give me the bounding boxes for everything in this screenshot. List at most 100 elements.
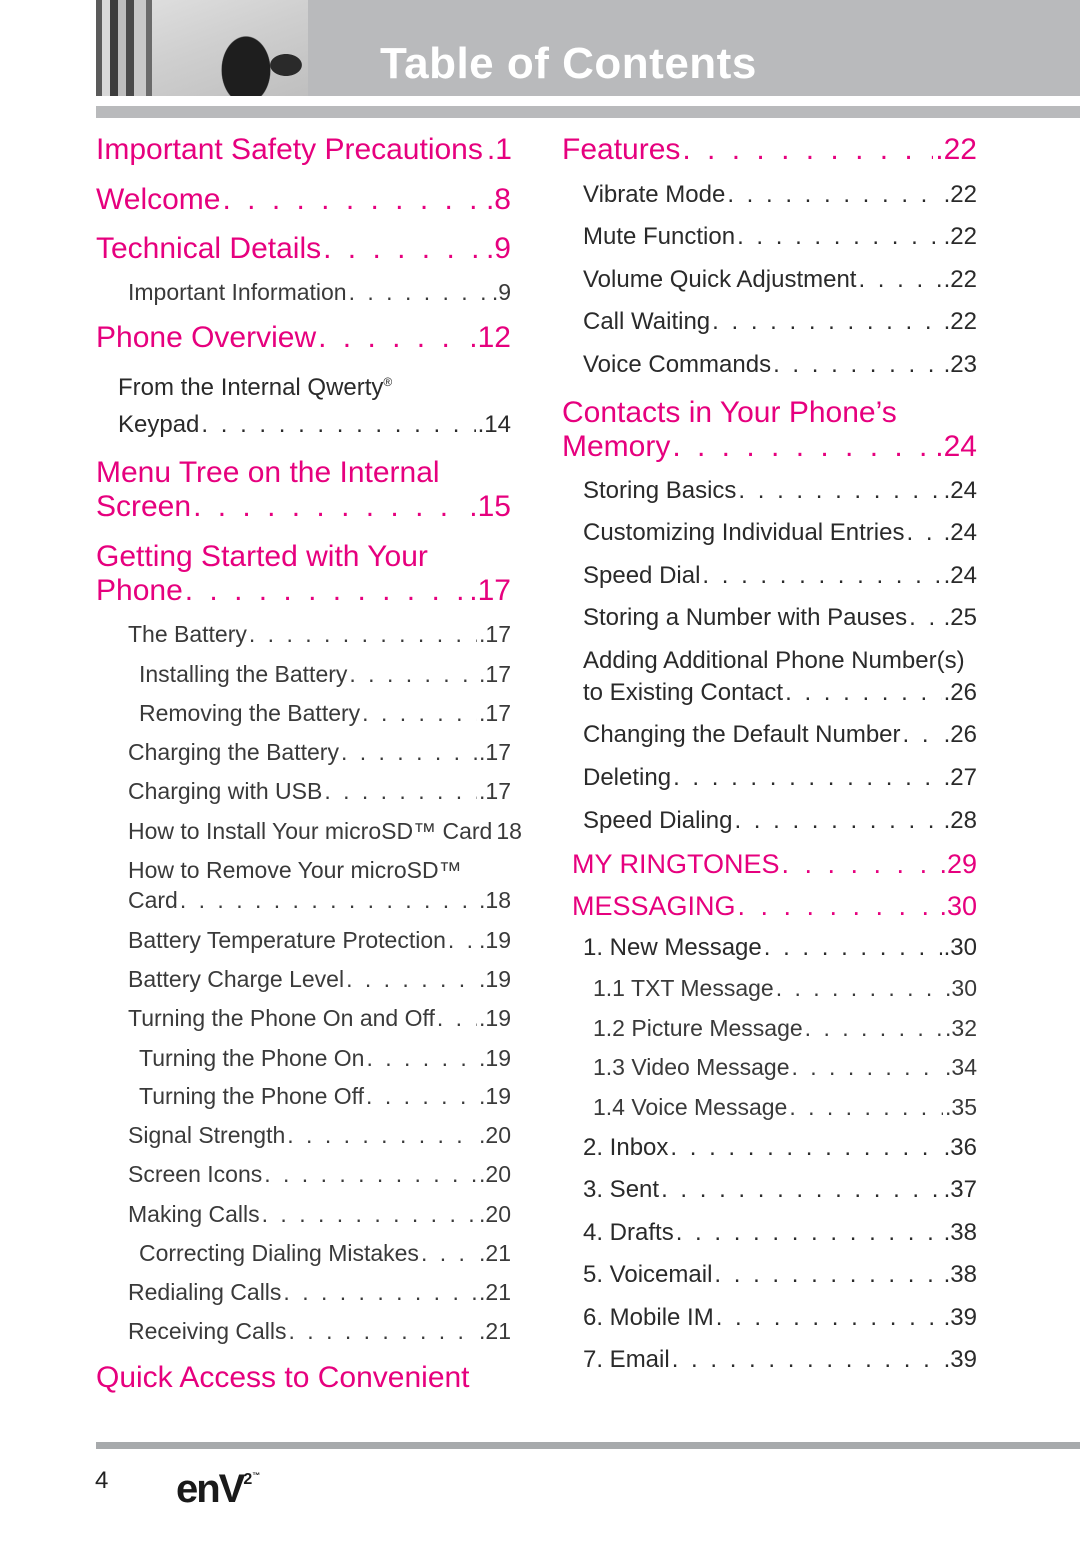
toc-entry-phone-overview[interactable]: Phone Overview .12 bbox=[96, 320, 511, 356]
toc-entry-storing-pauses[interactable]: Storing a Number with Pauses .25 bbox=[562, 603, 977, 633]
toc-entry-technical-details[interactable]: Technical Details .9 bbox=[96, 231, 511, 267]
page-ref: .17 bbox=[479, 661, 511, 687]
toc-entry-internal-qwerty-line1[interactable]: From the Internal Qwerty® bbox=[118, 367, 392, 403]
leader-dots bbox=[672, 1345, 942, 1375]
toc-entry-the-battery[interactable]: The Battery .17 bbox=[96, 619, 511, 649]
toc-entry-screen-icons[interactable]: Screen Icons .20 bbox=[96, 1159, 511, 1189]
toc-entry-video-message[interactable]: 1.3 Video Message .34 bbox=[562, 1052, 977, 1082]
leader-dots bbox=[448, 925, 477, 955]
leader-dots bbox=[193, 489, 467, 525]
toc-entry-correcting-dialing[interactable]: Correcting Dialing Mistakes .21 bbox=[96, 1238, 511, 1268]
leader-dots bbox=[676, 1218, 942, 1248]
leader-dots bbox=[792, 1052, 944, 1082]
page-ref: .17 bbox=[479, 739, 511, 765]
toc-entry-contacts-memory-line1[interactable]: Contacts in Your Phone’s bbox=[562, 395, 897, 431]
toc-entry-mute-function[interactable]: Mute Function .22 bbox=[562, 222, 977, 252]
page-ref: .8 bbox=[485, 183, 511, 216]
toc-entry-important-information[interactable]: Important Information .9 bbox=[96, 277, 511, 307]
toc-entry-remove-microsd-line1[interactable]: How to Remove Your microSD™ bbox=[128, 855, 462, 885]
page-ref: .17 bbox=[479, 621, 511, 647]
toc-entry-storing-basics[interactable]: Storing Basics .24 bbox=[562, 476, 977, 506]
leader-dots bbox=[289, 1316, 478, 1346]
page-ref: .15 bbox=[469, 490, 511, 523]
page-ref: .9 bbox=[491, 279, 511, 305]
toc-entry-quick-access[interactable]: Quick Access to Convenient bbox=[96, 1360, 470, 1396]
toc-entry-turning-on[interactable]: Turning the Phone On .19 bbox=[96, 1043, 511, 1073]
toc-entry-voice-message[interactable]: 1.4 Voice Message .35 bbox=[562, 1092, 977, 1122]
toc-entry-picture-message[interactable]: 1.2 Picture Message .32 bbox=[562, 1013, 977, 1043]
leader-dots bbox=[738, 476, 941, 506]
page-ref: 18 bbox=[496, 818, 522, 844]
leader-dots bbox=[366, 1043, 477, 1073]
toc-entry-internal-qwerty[interactable]: Keypad .14 bbox=[96, 410, 511, 440]
toc-entry-making-calls[interactable]: Making Calls .20 bbox=[96, 1199, 511, 1229]
toc-entry-adding-numbers-line1[interactable]: Adding Additional Phone Number(s) bbox=[583, 646, 965, 676]
page-ref: .22 bbox=[943, 266, 977, 293]
toc-entry-removing-battery[interactable]: Removing the Battery .17 bbox=[96, 698, 511, 728]
page-ref: .24 bbox=[943, 562, 977, 589]
toc-entry-my-ringtones[interactable]: MY RINGTONES .29 bbox=[562, 846, 977, 882]
toc-entry-adding-numbers[interactable]: to Existing Contact .26 bbox=[562, 678, 977, 708]
toc-entry-deleting[interactable]: Deleting .27 bbox=[562, 763, 977, 793]
leader-dots bbox=[773, 350, 942, 380]
page-ref: .30 bbox=[945, 975, 977, 1001]
toc-entry-turning-on-off[interactable]: Turning the Phone On and Off .19 bbox=[96, 1003, 511, 1033]
page-ref: .19 bbox=[479, 966, 511, 992]
toc-entry-charging-battery[interactable]: Charging the Battery .17 bbox=[96, 737, 511, 767]
toc-entry-mobile-im[interactable]: 6. Mobile IM .39 bbox=[562, 1303, 977, 1333]
page-ref: .14 bbox=[477, 411, 511, 438]
leader-dots bbox=[738, 888, 938, 924]
leader-dots bbox=[366, 1081, 477, 1111]
toc-entry-welcome[interactable]: Welcome .8 bbox=[96, 182, 511, 218]
toc-entry-battery-temperature[interactable]: Battery Temperature Protection .19 bbox=[96, 925, 511, 955]
toc-entry-features[interactable]: Features .22 bbox=[562, 132, 977, 168]
footer-divider bbox=[96, 1442, 1080, 1449]
toc-entry-turning-off[interactable]: Turning the Phone Off .19 bbox=[96, 1081, 511, 1111]
leader-dots bbox=[341, 737, 477, 767]
page-ref: .36 bbox=[943, 1134, 977, 1161]
toc-entry-speed-dialing[interactable]: Speed Dialing .28 bbox=[562, 806, 977, 836]
toc-entry-txt-message[interactable]: 1.1 TXT Message .30 bbox=[562, 973, 977, 1003]
leader-dots bbox=[776, 973, 943, 1003]
leader-dots bbox=[714, 1260, 941, 1290]
leader-dots bbox=[201, 410, 475, 440]
page-ref: .17 bbox=[479, 778, 511, 804]
toc-entry-call-waiting[interactable]: Call Waiting .22 bbox=[562, 307, 977, 337]
toc-entry-voice-commands[interactable]: Voice Commands .23 bbox=[562, 350, 977, 380]
toc-entry-charging-usb[interactable]: Charging with USB .17 bbox=[96, 776, 511, 806]
page-ref: .34 bbox=[945, 1054, 977, 1080]
page-ref: .1 bbox=[486, 133, 512, 166]
page-ref: .22 bbox=[935, 133, 977, 166]
page-ref: .26 bbox=[943, 679, 977, 706]
toc-entry-getting-started[interactable]: Phone .17 bbox=[96, 573, 511, 609]
toc-entry-messaging[interactable]: MESSAGING .30 bbox=[562, 888, 977, 924]
page-ref: .38 bbox=[943, 1219, 977, 1246]
toc-entry-sent[interactable]: 3. Sent .37 bbox=[562, 1175, 977, 1205]
toc-entry-getting-started-line1[interactable]: Getting Started with Your bbox=[96, 539, 428, 575]
toc-entry-voicemail[interactable]: 5. Voicemail .38 bbox=[562, 1260, 977, 1290]
toc-entry-speed-dial[interactable]: Speed Dial .24 bbox=[562, 561, 977, 591]
toc-entry-receiving-calls[interactable]: Receiving Calls .21 bbox=[96, 1316, 511, 1346]
toc-entry-menu-tree-line1[interactable]: Menu Tree on the Internal bbox=[96, 455, 440, 491]
leader-dots bbox=[283, 1277, 477, 1307]
toc-entry-changing-default[interactable]: Changing the Default Number .26 bbox=[562, 720, 977, 750]
toc-entry-installing-battery[interactable]: Installing the Battery .17 bbox=[96, 659, 511, 689]
toc-entry-install-microsd[interactable]: How to Install Your microSD™ Card 18 bbox=[96, 816, 522, 846]
toc-entry-battery-charge-level[interactable]: Battery Charge Level .19 bbox=[96, 964, 511, 994]
page-ref: .21 bbox=[479, 1318, 511, 1344]
toc-entry-signal-strength[interactable]: Signal Strength .20 bbox=[96, 1120, 511, 1150]
toc-entry-redialing-calls[interactable]: Redialing Calls .21 bbox=[96, 1277, 511, 1307]
toc-entry-inbox[interactable]: 2. Inbox .36 bbox=[562, 1133, 977, 1163]
toc-entry-contacts-memory[interactable]: Memory .24 bbox=[562, 429, 977, 465]
toc-entry-menu-tree[interactable]: Screen .15 bbox=[96, 489, 511, 525]
page-ref: .32 bbox=[945, 1015, 977, 1041]
toc-entry-customizing-entries[interactable]: Customizing Individual Entries .24 bbox=[562, 518, 977, 548]
toc-entry-vibrate-mode[interactable]: Vibrate Mode .22 bbox=[562, 180, 977, 210]
leader-dots bbox=[785, 678, 942, 708]
toc-entry-important-safety[interactable]: Important Safety Precautions .1 bbox=[96, 132, 512, 168]
toc-entry-email[interactable]: 7. Email .39 bbox=[562, 1345, 977, 1375]
toc-entry-volume-quick[interactable]: Volume Quick Adjustment .22 bbox=[562, 265, 977, 295]
toc-entry-drafts[interactable]: 4. Drafts .38 bbox=[562, 1218, 977, 1248]
toc-entry-new-message[interactable]: 1. New Message .30 bbox=[562, 933, 977, 963]
toc-entry-remove-microsd[interactable]: Card .18 bbox=[96, 885, 511, 915]
